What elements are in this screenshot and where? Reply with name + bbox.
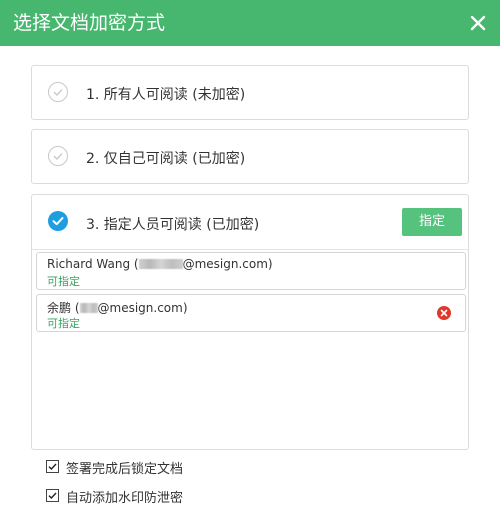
dialog-header: 选择文档加密方式 xyxy=(0,0,500,46)
recipient-name: Richard Wang (@mesign.com) xyxy=(47,257,273,271)
checkbox-label: 签署完成后锁定文档 xyxy=(66,462,184,477)
watermark-checkbox[interactable] xyxy=(46,489,59,502)
option-specified-people[interactable]: 3. 指定人员可阅读 (已加密) 指定 Richard Wang (@mesig… xyxy=(31,194,469,450)
unchecked-circle-icon[interactable] xyxy=(48,146,68,166)
checkbox-label: 自动添加水印防泄密 xyxy=(66,491,184,506)
lock-after-sign-checkbox[interactable] xyxy=(46,460,59,473)
option-label: 1. 所有人可阅读 (未加密) xyxy=(86,87,246,103)
redacted-email xyxy=(79,303,98,313)
checked-circle-icon[interactable] xyxy=(48,211,68,231)
redacted-email xyxy=(138,259,183,269)
recipient-permission[interactable]: 可指定 xyxy=(47,273,80,289)
option-only-me[interactable]: 2. 仅自己可阅读 (已加密) xyxy=(31,129,469,184)
close-icon[interactable] xyxy=(468,13,488,33)
recipient-name: 余鹏 (@mesign.com) xyxy=(47,301,188,315)
option-everyone[interactable]: 1. 所有人可阅读 (未加密) xyxy=(31,65,469,120)
dialog-title: 选择文档加密方式 xyxy=(13,12,166,34)
recipient-permission[interactable]: 可指定 xyxy=(47,315,80,331)
divider xyxy=(32,249,468,250)
unchecked-circle-icon[interactable] xyxy=(48,82,68,102)
recipient-item[interactable]: 余鹏 (@mesign.com) 可指定 xyxy=(36,294,466,332)
remove-icon[interactable] xyxy=(437,306,451,320)
recipient-item[interactable]: Richard Wang (@mesign.com) 可指定 xyxy=(36,252,466,290)
assign-button[interactable]: 指定 xyxy=(402,208,462,236)
option-label: 2. 仅自己可阅读 (已加密) xyxy=(86,151,246,167)
option-label: 3. 指定人员可阅读 (已加密) xyxy=(86,217,260,233)
